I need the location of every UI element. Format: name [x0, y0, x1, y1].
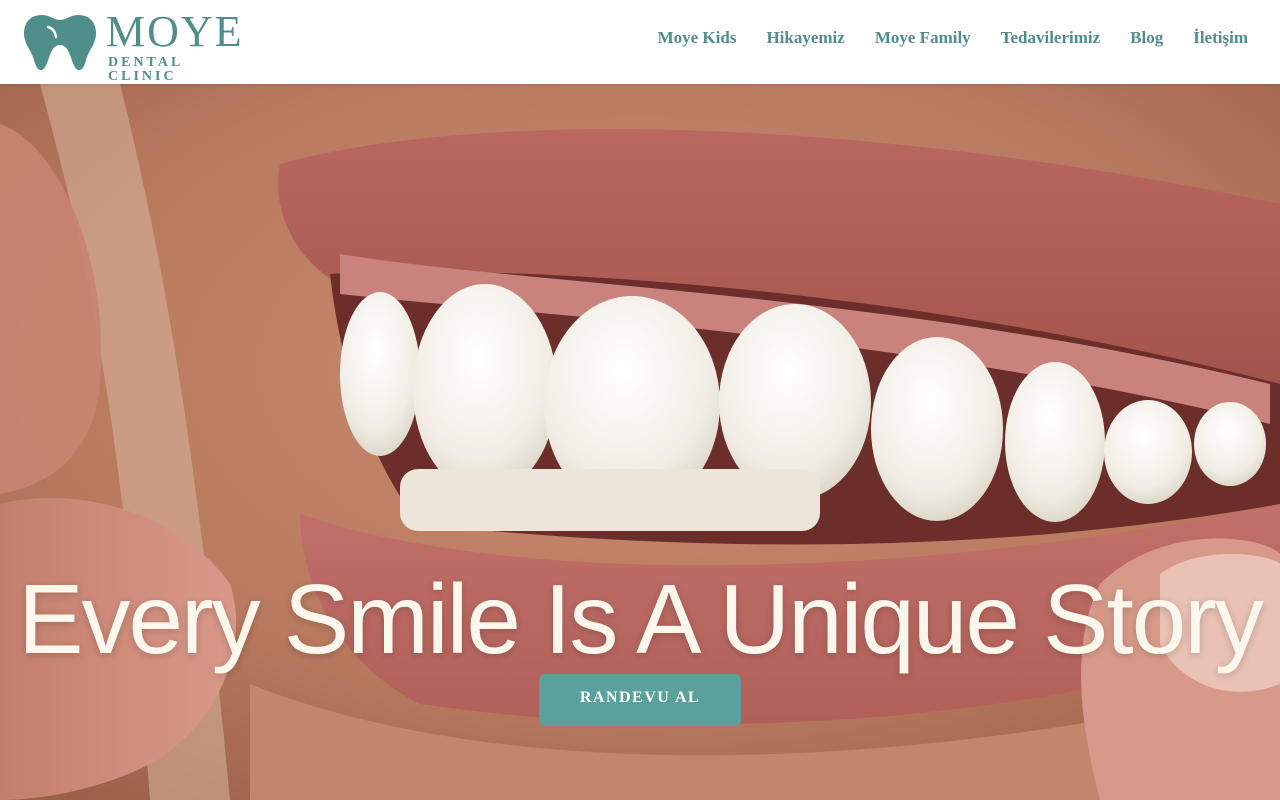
randevu-al-button[interactable]: RANDEVU AL: [539, 674, 741, 726]
logo-subtitle: DENTAL CLINIC: [108, 55, 183, 84]
nav-item-hikayemiz[interactable]: Hikayemiz: [766, 28, 844, 48]
nav-item-iletisim[interactable]: İletişim: [1193, 28, 1248, 48]
hero-headline: Every Smile Is A Unique Story: [18, 564, 1264, 674]
site-header: MOYE DENTAL CLINIC Moye Kids Hikayemiz M…: [0, 0, 1280, 84]
logo-title: MOYE: [106, 7, 244, 56]
nav-item-blog[interactable]: Blog: [1130, 28, 1163, 48]
logo-link[interactable]: MOYE DENTAL CLINIC: [24, 7, 254, 84]
nav-item-tedavilerimiz[interactable]: Tedavilerimiz: [1001, 28, 1100, 48]
nav-item-moye-kids[interactable]: Moye Kids: [658, 28, 737, 48]
main-nav: Moye Kids Hikayemiz Moye Family Tedavile…: [658, 28, 1248, 48]
tooth-icon: [24, 15, 96, 71]
nav-item-moye-family[interactable]: Moye Family: [875, 28, 971, 48]
